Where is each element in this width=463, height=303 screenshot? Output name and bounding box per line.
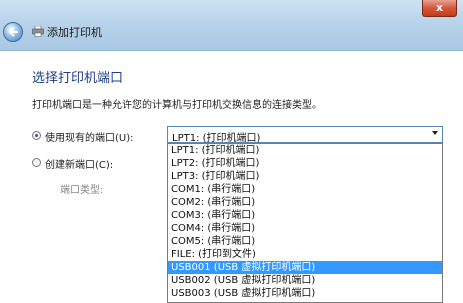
existing-port-select[interactable]: LPT1: (打印机端口)	[167, 126, 443, 144]
title-bar: x 添加打印机	[0, 0, 463, 51]
port-option[interactable]: LPT1: (打印机端口)	[168, 144, 442, 157]
port-option[interactable]: COM2: (串行端口)	[168, 196, 442, 209]
create-new-port-radio[interactable]	[32, 158, 41, 167]
back-arrow-icon	[8, 27, 18, 37]
port-option[interactable]: LPT3: (打印机端口)	[168, 170, 442, 183]
create-new-port-label[interactable]: 创建新端口(C):	[45, 156, 113, 171]
chevron-down-icon[interactable]	[432, 131, 438, 135]
port-option[interactable]: COM1: (串行端口)	[168, 183, 442, 196]
existing-port-value: LPT1: (打印机端口)	[172, 133, 261, 144]
wizard-content: 选择打印机端口 打印机端口是一种允许您的计算机与打印机交换信息的连接类型。 使用…	[0, 51, 463, 303]
back-button[interactable]	[3, 22, 23, 42]
port-option[interactable]: USB002 (USB 虚拟打印机端口)	[168, 274, 442, 287]
port-option[interactable]: USB003 (USB 虚拟打印机端口)	[168, 287, 442, 300]
port-dropdown-list[interactable]: LPT1: (打印机端口) LPT2: (打印机端口) LPT3: (打印机端口) C…	[167, 143, 443, 303]
printer-icon	[32, 26, 44, 37]
use-existing-port-radio[interactable]	[32, 131, 41, 140]
page-description: 打印机端口是一种允许您的计算机与打印机交换信息的连接类型。	[32, 100, 322, 111]
port-type-label: 端口类型:	[60, 185, 104, 196]
port-option[interactable]: LPT2: (打印机端口)	[168, 157, 442, 170]
use-existing-port-label[interactable]: 使用现有的端口(U):	[45, 129, 134, 144]
port-option[interactable]: USB001 (USB 虚拟打印机端口)	[168, 261, 442, 274]
port-option[interactable]: COM5: (串行端口)	[168, 235, 442, 248]
page-heading: 选择打印机端口	[32, 71, 124, 86]
port-option[interactable]: FILE: (打印到文件)	[168, 248, 442, 261]
wizard-title: 添加打印机	[47, 26, 102, 39]
port-option[interactable]: COM4: (串行端口)	[168, 222, 442, 235]
port-option[interactable]: COM3: (串行端口)	[168, 209, 442, 222]
window-close-button[interactable]: x	[422, 0, 457, 17]
